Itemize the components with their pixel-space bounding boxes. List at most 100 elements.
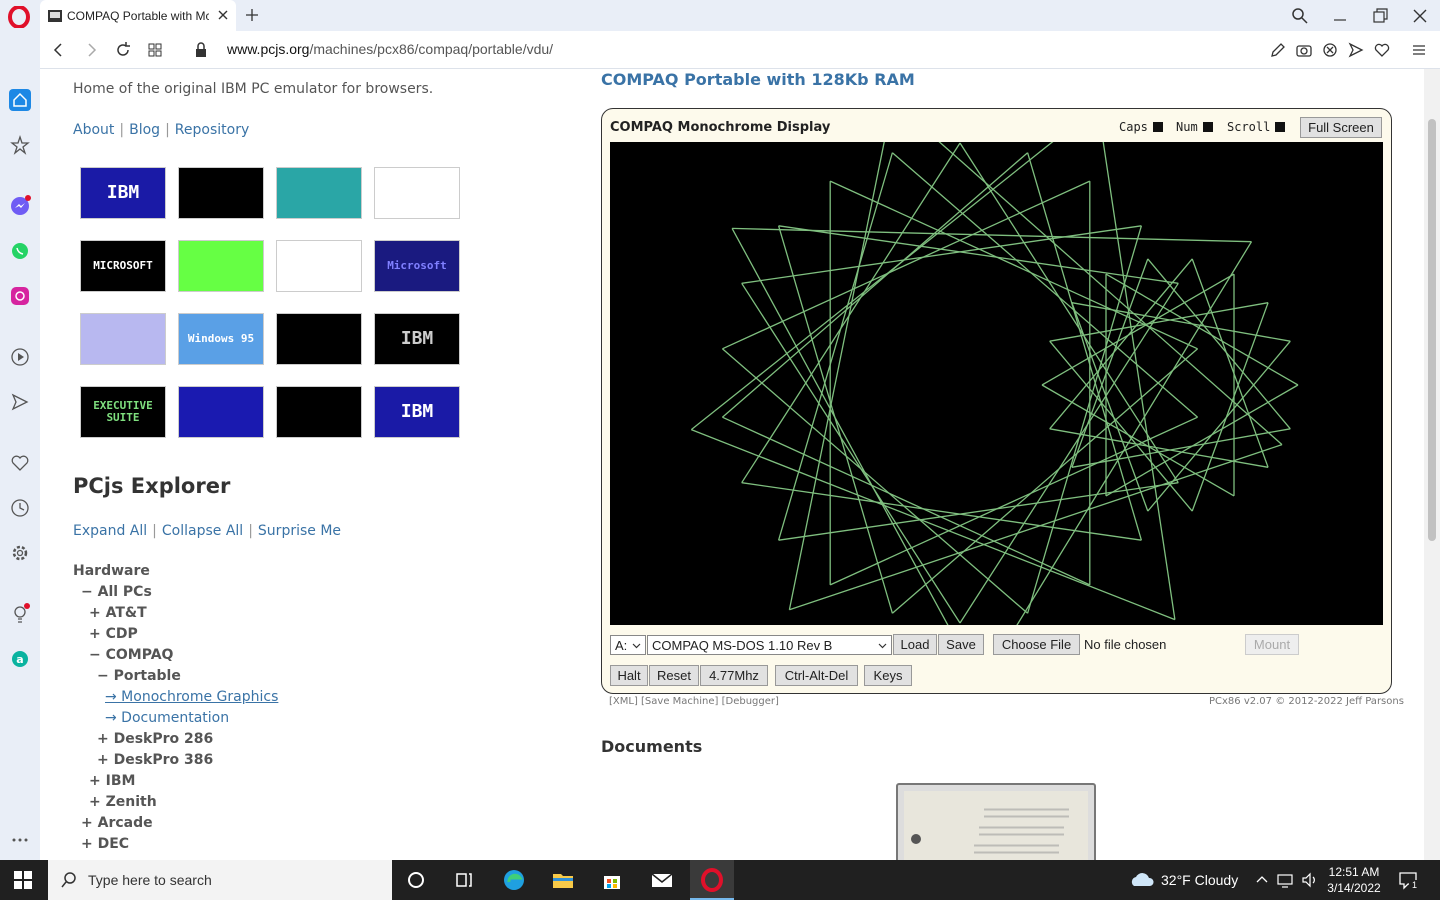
favorites-heart-icon[interactable]	[9, 452, 31, 474]
windows-start-icon[interactable]	[12, 869, 34, 891]
weather-text[interactable]: 32°F Cloudy	[1161, 872, 1238, 888]
machine-thumbnail[interactable]	[178, 386, 264, 438]
machine-thumbnail[interactable]	[276, 386, 362, 438]
blog-link[interactable]: Blog	[129, 122, 160, 138]
machine-thumbnail[interactable]	[80, 313, 166, 365]
speed-button[interactable]: 4.77Mhz	[700, 665, 768, 686]
machine-thumbnail[interactable]: IBM	[374, 386, 460, 438]
machine-thumbnail[interactable]	[178, 240, 264, 292]
tree-item[interactable]: + Arcade	[81, 815, 153, 831]
volume-icon[interactable]	[1300, 868, 1320, 892]
browser-tab-active[interactable]: COMPAQ Portable with Mc	[40, 0, 236, 31]
choose-file-button[interactable]: Choose File	[993, 634, 1080, 655]
tree-item[interactable]: + Zenith	[89, 794, 157, 810]
collapse-all-link[interactable]: Collapse All	[162, 523, 243, 539]
edge-icon[interactable]	[502, 868, 526, 892]
tree-item[interactable]: − Portable	[97, 668, 181, 684]
tree-item[interactable]: + DEC	[81, 836, 129, 852]
reload-icon[interactable]	[114, 41, 132, 59]
mount-button[interactable]: Mount	[1245, 634, 1299, 655]
restore-icon[interactable]	[1371, 7, 1389, 25]
opera-logo-icon[interactable]	[8, 6, 30, 28]
floppy-disk-image[interactable]	[896, 783, 1096, 860]
edit-page-icon[interactable]	[1269, 41, 1287, 59]
machine-thumbnail[interactable]: Windows 95	[178, 313, 264, 365]
tree-item[interactable]: + DeskPro 286	[97, 731, 213, 747]
machine-thumbnail[interactable]	[374, 167, 460, 219]
machine-thumbnail[interactable]	[276, 240, 362, 292]
player-icon[interactable]	[9, 346, 31, 368]
home-icon[interactable]	[9, 89, 31, 111]
tree-item[interactable]: → Documentation	[105, 710, 229, 726]
machine-thumbnail[interactable]	[276, 313, 362, 365]
heart-icon[interactable]	[1373, 41, 1391, 59]
lock-icon[interactable]	[192, 41, 210, 59]
new-tab-icon[interactable]	[244, 7, 260, 23]
machine-thumbnail[interactable]	[276, 167, 362, 219]
machine-thumbnail[interactable]: MICROSOFT	[80, 240, 166, 292]
history-clock-icon[interactable]	[9, 497, 31, 519]
search-tabs-icon[interactable]	[1291, 7, 1309, 25]
mail-icon[interactable]	[650, 868, 674, 892]
whatsapp-icon[interactable]	[9, 240, 31, 262]
file-explorer-icon[interactable]	[551, 868, 575, 892]
snapshot-icon[interactable]	[1295, 41, 1313, 59]
machine-thumbnail[interactable]	[178, 167, 264, 219]
star-icon[interactable]	[9, 134, 31, 156]
scrollbar-thumb[interactable]	[1428, 119, 1436, 541]
machine-footer-links[interactable]: [XML] [Save Machine] [Debugger]	[609, 696, 779, 707]
save-button[interactable]: Save	[938, 634, 984, 655]
back-icon[interactable]	[50, 41, 68, 59]
machine-thumbnail[interactable]: IBM	[80, 167, 166, 219]
tree-item[interactable]: − COMPAQ	[89, 647, 173, 663]
aria-icon[interactable]: a	[9, 648, 31, 670]
load-button[interactable]: Load	[893, 634, 937, 655]
send-sidebar-icon[interactable]	[9, 391, 31, 413]
tray-chevron-up-icon[interactable]	[1254, 868, 1270, 892]
halt-button[interactable]: Halt	[610, 665, 648, 686]
monochrome-screen[interactable]	[610, 100, 1383, 686]
drive-select[interactable]: A:	[610, 635, 646, 655]
close-window-icon[interactable]	[1411, 7, 1429, 25]
keys-button[interactable]: Keys	[864, 665, 912, 686]
minimize-icon[interactable]	[1331, 7, 1349, 25]
disk-select[interactable]: COMPAQ MS-DOS 1.10 Rev B	[647, 635, 892, 655]
reset-button[interactable]: Reset	[649, 665, 699, 686]
page-scrollbar[interactable]	[1424, 69, 1440, 860]
expand-all-link[interactable]: Expand All	[73, 523, 147, 539]
easy-setup-icon[interactable]	[1410, 41, 1428, 59]
messenger-icon[interactable]	[9, 195, 31, 217]
store-icon[interactable]	[600, 868, 624, 892]
url-field[interactable]: www.pcjs.org/machines/pcx86/compaq/porta…	[227, 41, 553, 57]
machine-thumbnail[interactable]: EXECUTIVE SUITE	[80, 386, 166, 438]
surprise-me-link[interactable]: Surprise Me	[258, 523, 341, 539]
send-icon[interactable]	[1347, 41, 1365, 59]
opera-taskbar-button[interactable]	[690, 860, 734, 900]
machine-thumbnail[interactable]: Microsoft	[374, 240, 460, 292]
tree-item[interactable]: + DeskPro 386	[97, 752, 213, 768]
notifications-button[interactable]: 1	[1396, 868, 1420, 892]
task-view-icon[interactable]	[452, 868, 476, 892]
repository-link[interactable]: Repository	[175, 122, 249, 138]
tree-item[interactable]: + IBM	[89, 773, 135, 789]
cortana-icon[interactable]	[404, 868, 428, 892]
tree-item[interactable]: + CDP	[89, 626, 138, 642]
more-icon[interactable]	[9, 829, 31, 851]
tab-close-icon[interactable]	[216, 8, 230, 22]
adblock-icon[interactable]	[1321, 41, 1339, 59]
taskbar-search[interactable]: Type here to search	[48, 860, 392, 900]
settings-gear-icon[interactable]	[9, 542, 31, 564]
tips-bulb-icon[interactable]	[9, 603, 31, 625]
taskbar-clock[interactable]: 12:51 AM 3/14/2022	[1318, 864, 1390, 896]
ctrl-alt-del-button[interactable]: Ctrl-Alt-Del	[775, 665, 858, 686]
about-link[interactable]: About	[73, 122, 114, 138]
tree-item[interactable]: + AT&T	[89, 605, 147, 621]
tree-item[interactable]: Hardware	[73, 563, 150, 579]
tree-item[interactable]: → Monochrome Graphics	[105, 689, 278, 705]
tab-grid-icon[interactable]	[146, 41, 164, 59]
network-icon[interactable]	[1276, 868, 1296, 892]
tree-item[interactable]: − All PCs	[81, 584, 152, 600]
forward-icon[interactable]	[82, 41, 100, 59]
full-screen-button[interactable]: Full Screen	[1300, 117, 1382, 138]
machine-thumbnail[interactable]: IBM	[374, 313, 460, 365]
